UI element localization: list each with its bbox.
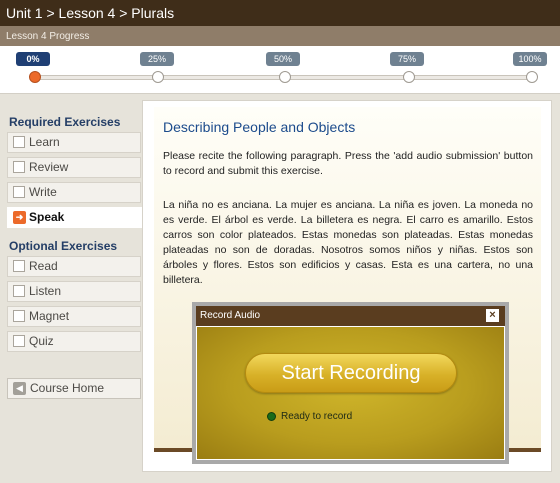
sidebar-item-speak[interactable]: ➜ Speak <box>7 207 143 228</box>
sidebar-item-label: Review <box>29 160 69 174</box>
checkbox-icon <box>13 260 25 272</box>
sidebar-item-label: Write <box>29 185 57 199</box>
home-icon: ◀ <box>13 382 26 395</box>
checkbox-icon <box>13 335 25 347</box>
progress-knob <box>403 71 415 83</box>
sidebar-item-label: Read <box>29 259 58 273</box>
exercise-title: Describing People and Objects <box>163 119 356 135</box>
sidebar-item-label: Magnet <box>29 309 70 323</box>
progress-knob <box>279 71 291 83</box>
progress-marker-0: 0% <box>16 52 50 66</box>
course-home-label: Course Home <box>30 381 105 395</box>
record-audio-body: Start Recording Ready to record <box>196 326 505 460</box>
required-exercises-heading: Required Exercises <box>9 115 121 129</box>
sidebar-item-listen[interactable]: Listen <box>7 281 141 302</box>
exercise-instructions: Please recite the following paragraph. P… <box>163 150 533 177</box>
progress-knob <box>526 71 538 83</box>
sidebar-item-label: Speak <box>29 210 65 224</box>
progress-knob-current <box>29 71 41 83</box>
progress-title: Lesson 4 Progress <box>0 26 560 46</box>
record-audio-header: Record Audio × <box>196 306 505 326</box>
start-recording-button[interactable]: Start Recording <box>245 353 457 393</box>
record-audio-title: Record Audio <box>200 310 261 321</box>
checkbox-icon <box>13 310 25 322</box>
progress-marker-100: 100% <box>513 52 547 66</box>
progress-marker-25: 25% <box>140 52 174 66</box>
sidebar-item-quiz[interactable]: Quiz <box>7 331 141 352</box>
course-home-button[interactable]: ◀ Course Home <box>7 378 141 399</box>
progress-marker-75: 75% <box>390 52 424 66</box>
status-dot-icon <box>267 412 276 421</box>
progress-marker-50: 50% <box>266 52 300 66</box>
record-status: Ready to record <box>267 411 353 422</box>
sidebar: Required Exercises Learn Review Write ➜ … <box>0 94 143 483</box>
sidebar-item-review[interactable]: Review <box>7 157 141 178</box>
checkbox-icon <box>13 136 25 148</box>
checkbox-icon <box>13 186 25 198</box>
exercise-panel: Describing People and Objects Please rec… <box>142 100 552 472</box>
exercise-paragraph: La niña no es anciana. La mujer es ancia… <box>163 199 533 286</box>
sidebar-item-write[interactable]: Write <box>7 182 141 203</box>
progress-bar: 0% 25% 50% 75% 100% <box>0 46 560 94</box>
optional-exercises-heading: Optional Exercises <box>9 239 118 253</box>
record-status-text: Ready to record <box>281 411 353 422</box>
record-audio-dialog: Record Audio × Start Recording Ready to … <box>192 302 509 464</box>
sidebar-item-magnet[interactable]: Magnet <box>7 306 141 327</box>
sidebar-item-learn[interactable]: Learn <box>7 132 141 153</box>
arrow-right-icon: ➜ <box>13 211 26 224</box>
breadcrumb: Unit 1 > Lesson 4 > Plurals <box>0 0 560 26</box>
sidebar-item-label: Learn <box>29 135 60 149</box>
close-icon[interactable]: × <box>486 309 499 322</box>
sidebar-item-read[interactable]: Read <box>7 256 141 277</box>
checkbox-icon <box>13 285 25 297</box>
main-content: Describing People and Objects Please rec… <box>142 94 560 483</box>
sidebar-item-label: Listen <box>29 284 62 298</box>
progress-knob <box>152 71 164 83</box>
sidebar-item-label: Quiz <box>29 334 54 348</box>
checkbox-icon <box>13 161 25 173</box>
